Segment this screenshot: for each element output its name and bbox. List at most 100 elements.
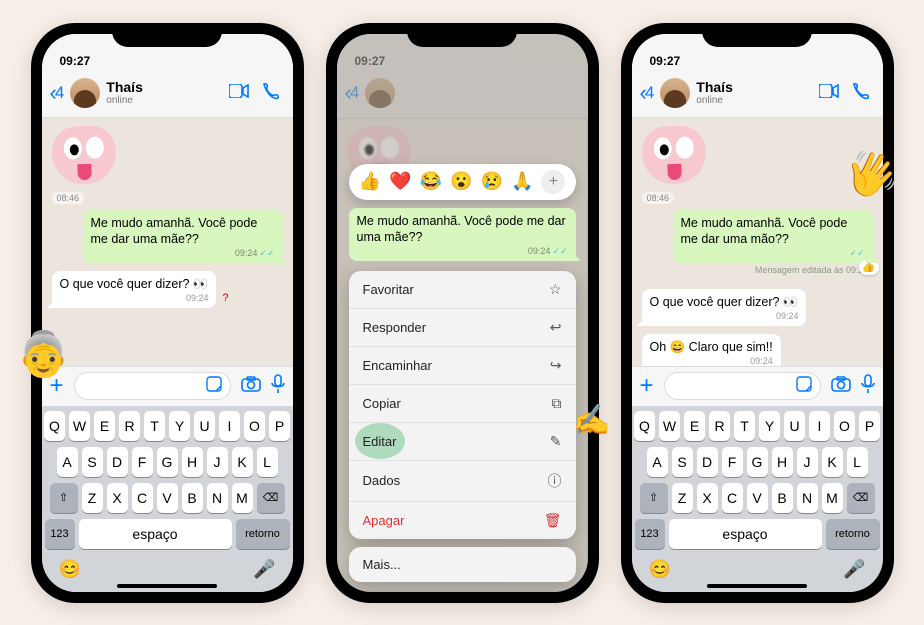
key-s[interactable]: S bbox=[672, 447, 693, 477]
key-q[interactable]: Q bbox=[44, 411, 65, 441]
key-e[interactable]: E bbox=[684, 411, 705, 441]
menu-item-favorite[interactable]: Favoritar☆ bbox=[349, 271, 576, 309]
shift-key[interactable]: ⇧ bbox=[50, 483, 78, 513]
outgoing-message[interactable]: Me mudo amanhã. Você pode me dar uma mãe… bbox=[83, 210, 283, 263]
video-call-icon[interactable] bbox=[229, 84, 249, 103]
key-t[interactable]: T bbox=[734, 411, 755, 441]
back-button[interactable]: ‹ 4 bbox=[50, 80, 65, 106]
key-v[interactable]: V bbox=[747, 483, 768, 513]
backspace-key[interactable]: ⌫ bbox=[847, 483, 875, 513]
key-y[interactable]: Y bbox=[759, 411, 780, 441]
key-x[interactable]: X bbox=[697, 483, 718, 513]
heart-sticker[interactable] bbox=[51, 124, 117, 184]
camera-icon[interactable] bbox=[241, 376, 261, 397]
menu-item-forward[interactable]: Encaminhar↪ bbox=[349, 347, 576, 385]
mic-icon[interactable] bbox=[271, 374, 285, 399]
key-x[interactable]: X bbox=[107, 483, 128, 513]
key-q[interactable]: Q bbox=[634, 411, 655, 441]
home-indicator[interactable] bbox=[707, 584, 807, 588]
reaction-laugh[interactable]: 😂 bbox=[420, 171, 442, 192]
key-y[interactable]: Y bbox=[169, 411, 190, 441]
return-key[interactable]: retorno bbox=[236, 519, 290, 549]
key-j[interactable]: J bbox=[207, 447, 228, 477]
outgoing-message-edited[interactable]: Me mudo amanhã. Você pode me dar uma mão… bbox=[673, 210, 873, 263]
key-o[interactable]: O bbox=[834, 411, 855, 441]
key-i[interactable]: I bbox=[809, 411, 830, 441]
menu-item-info[interactable]: Dadosⓘ bbox=[349, 461, 576, 502]
video-call-icon[interactable] bbox=[819, 84, 839, 103]
key-l[interactable]: L bbox=[847, 447, 868, 477]
key-l[interactable]: L bbox=[257, 447, 278, 477]
message-input[interactable] bbox=[664, 372, 821, 400]
message-reaction[interactable]: 👍 bbox=[859, 260, 879, 274]
key-g[interactable]: G bbox=[747, 447, 768, 477]
home-indicator[interactable] bbox=[117, 584, 217, 588]
emoji-key[interactable]: 😊 bbox=[649, 559, 671, 580]
key-k[interactable]: K bbox=[822, 447, 843, 477]
key-d[interactable]: D bbox=[697, 447, 718, 477]
key-b[interactable]: B bbox=[772, 483, 793, 513]
dictation-key[interactable]: 🎤 bbox=[253, 559, 275, 580]
key-m[interactable]: M bbox=[822, 483, 843, 513]
key-z[interactable]: Z bbox=[82, 483, 103, 513]
back-button[interactable]: ‹4 bbox=[640, 80, 655, 106]
key-m[interactable]: M bbox=[232, 483, 253, 513]
contact-avatar[interactable] bbox=[660, 78, 690, 108]
reaction-thumbs-up[interactable]: 👍 bbox=[359, 171, 381, 192]
key-e[interactable]: E bbox=[94, 411, 115, 441]
reaction-pray[interactable]: 🙏 bbox=[511, 171, 533, 192]
incoming-message[interactable]: O que você quer dizer? 👀 09:24 bbox=[642, 289, 807, 326]
key-f[interactable]: F bbox=[722, 447, 743, 477]
key-u[interactable]: U bbox=[194, 411, 215, 441]
chat-area[interactable]: 08:46 Me mudo amanhã. Você pode me dar u… bbox=[42, 118, 293, 366]
emoji-key[interactable]: 😊 bbox=[59, 559, 81, 580]
menu-item-reply[interactable]: Responder↩ bbox=[349, 309, 576, 347]
return-key[interactable]: retorno bbox=[826, 519, 880, 549]
key-p[interactable]: P bbox=[269, 411, 290, 441]
key-f[interactable]: F bbox=[132, 447, 153, 477]
key-j[interactable]: J bbox=[797, 447, 818, 477]
key-w[interactable]: W bbox=[69, 411, 90, 441]
key-r[interactable]: R bbox=[119, 411, 140, 441]
menu-item-delete[interactable]: Apagar🗑 bbox=[349, 502, 576, 539]
reaction-heart[interactable]: ❤️ bbox=[389, 171, 411, 192]
menu-item-copy[interactable]: Copiar⧉ bbox=[349, 385, 576, 423]
key-z[interactable]: Z bbox=[672, 483, 693, 513]
menu-item-more[interactable]: Mais... bbox=[349, 547, 576, 582]
key-a[interactable]: A bbox=[647, 447, 668, 477]
reaction-more-button[interactable]: + bbox=[541, 170, 565, 194]
key-p[interactable]: P bbox=[859, 411, 880, 441]
key-v[interactable]: V bbox=[157, 483, 178, 513]
key-b[interactable]: B bbox=[182, 483, 203, 513]
numeric-key[interactable]: 123 bbox=[635, 519, 665, 549]
heart-sticker[interactable] bbox=[641, 124, 707, 184]
sticker-picker-icon[interactable] bbox=[796, 376, 812, 397]
backspace-key[interactable]: ⌫ bbox=[257, 483, 285, 513]
sticker-picker-icon[interactable] bbox=[206, 376, 222, 397]
reaction-sad[interactable]: 😢 bbox=[480, 171, 502, 192]
key-w[interactable]: W bbox=[659, 411, 680, 441]
key-o[interactable]: O bbox=[244, 411, 265, 441]
message-input[interactable] bbox=[74, 372, 231, 400]
key-k[interactable]: K bbox=[232, 447, 253, 477]
key-d[interactable]: D bbox=[107, 447, 128, 477]
space-key[interactable]: espaço bbox=[79, 519, 232, 549]
space-key[interactable]: espaço bbox=[669, 519, 822, 549]
key-u[interactable]: U bbox=[784, 411, 805, 441]
camera-icon[interactable] bbox=[831, 376, 851, 397]
contact-info[interactable]: Thaís online bbox=[106, 80, 222, 106]
reaction-wow[interactable]: 😮 bbox=[450, 171, 472, 192]
voice-call-icon[interactable] bbox=[851, 82, 869, 105]
key-t[interactable]: T bbox=[144, 411, 165, 441]
key-i[interactable]: I bbox=[219, 411, 240, 441]
key-g[interactable]: G bbox=[157, 447, 178, 477]
shift-key[interactable]: ⇧ bbox=[640, 483, 668, 513]
incoming-message[interactable]: Oh 😄 Claro que sim!! 09:24 ❤️ bbox=[642, 334, 781, 366]
key-h[interactable]: H bbox=[182, 447, 203, 477]
key-h[interactable]: H bbox=[772, 447, 793, 477]
incoming-message[interactable]: O que você quer dizer? 👀 09:24 bbox=[52, 271, 217, 308]
contact-avatar[interactable] bbox=[70, 78, 100, 108]
key-n[interactable]: N bbox=[797, 483, 818, 513]
key-r[interactable]: R bbox=[709, 411, 730, 441]
voice-call-icon[interactable] bbox=[261, 82, 279, 105]
